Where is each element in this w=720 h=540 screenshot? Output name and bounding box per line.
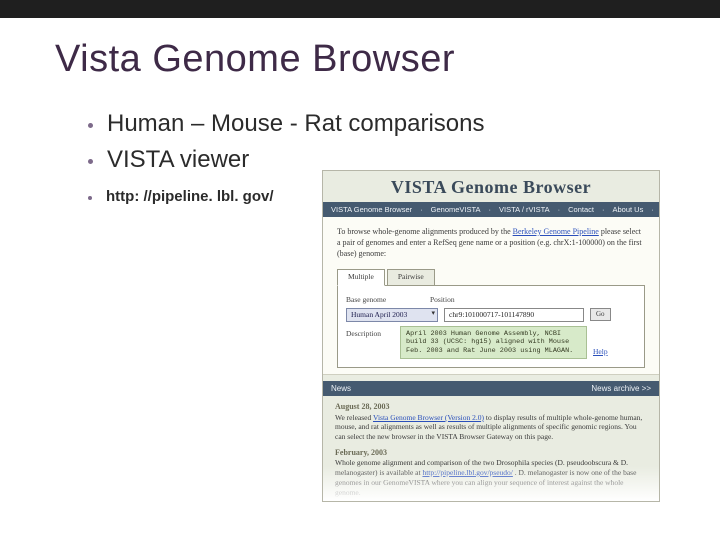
slide-title: Vista Genome Browser xyxy=(55,38,455,81)
bullet-dot-icon xyxy=(88,159,93,164)
nav-link[interactable]: Contact xyxy=(568,205,594,214)
slide-top-bar xyxy=(0,0,720,18)
bullet-url: http: //pipeline. lbl. gov/ xyxy=(106,188,274,205)
go-button[interactable]: Go xyxy=(590,308,611,321)
news-link[interactable]: http://pipeline.lbl.gov/pseudo/ xyxy=(422,468,512,477)
news-body: August 28, 2003 We released Vista Genome… xyxy=(323,396,659,502)
query-form: Base genome Position Human April 2003 ch… xyxy=(337,285,645,369)
nav-link[interactable]: About Us xyxy=(612,205,643,214)
news-item: Whole genome alignment and comparison of… xyxy=(335,458,647,497)
bullet-dot-icon xyxy=(88,123,93,128)
base-genome-label: Base genome xyxy=(346,295,424,305)
intro-link[interactable]: Berkeley Genome Pipeline xyxy=(513,227,599,236)
bullet-item: Human – Mouse - Rat comparisons xyxy=(88,110,648,138)
intro-text: To browse whole-genome alignments produc… xyxy=(337,227,513,236)
tab-multiple[interactable]: Multiple xyxy=(337,269,385,285)
nav-link[interactable]: VISTA Genome Browser xyxy=(331,205,412,214)
site-nav: VISTA Genome Browser · GenomeVISTA · VIS… xyxy=(323,202,659,217)
tab-strip: Multiple Pairwise xyxy=(337,269,645,285)
description-label: Description xyxy=(346,326,394,339)
position-label: Position xyxy=(430,295,455,305)
site-heading: VISTA Genome Browser xyxy=(323,171,659,202)
position-input[interactable]: chr9:101000717-101147890 xyxy=(444,308,584,322)
intro-block: To browse whole-genome alignments produc… xyxy=(323,217,659,375)
news-date: August 28, 2003 xyxy=(335,402,647,412)
tab-pairwise[interactable]: Pairwise xyxy=(387,269,435,285)
embedded-screenshot: VISTA Genome Browser VISTA Genome Browse… xyxy=(322,170,660,502)
news-header: News News archive >> xyxy=(323,381,659,396)
bullet-text: Human – Mouse - Rat comparisons xyxy=(107,110,484,138)
news-date: February, 2003 xyxy=(335,448,647,458)
nav-link[interactable]: GenomeVISTA xyxy=(431,205,481,214)
bullet-text: VISTA viewer xyxy=(107,146,249,174)
description-text: April 2003 Human Genome Assembly, NCBI b… xyxy=(400,326,587,359)
nav-link[interactable]: VISTA / rVISTA xyxy=(499,205,550,214)
news-label: News xyxy=(331,384,351,393)
news-link[interactable]: Vista Genome Browser (Version 2.0) xyxy=(373,413,484,422)
help-link[interactable]: Help xyxy=(593,347,608,359)
news-archive-link[interactable]: News archive >> xyxy=(591,384,651,393)
base-genome-select[interactable]: Human April 2003 xyxy=(346,308,438,322)
news-item: We released Vista Genome Browser (Versio… xyxy=(335,413,647,442)
bullet-dot-icon xyxy=(88,196,92,200)
news-text: We released xyxy=(335,413,373,422)
